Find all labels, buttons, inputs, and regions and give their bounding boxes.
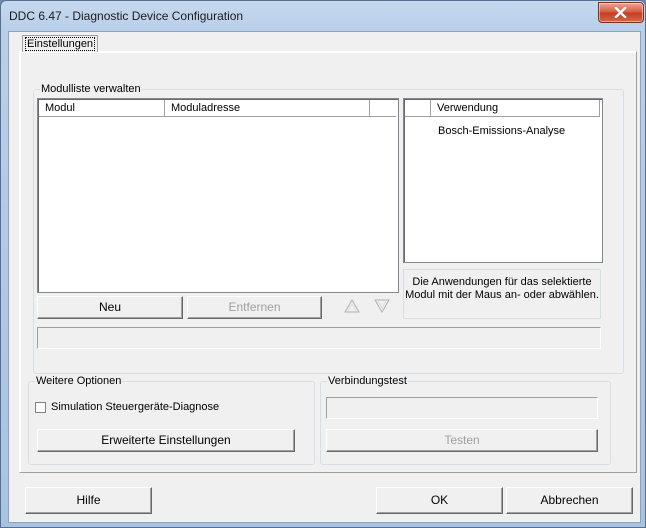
remove-button[interactable]: Entfernen <box>187 296 322 319</box>
verwendung-list[interactable]: Verwendung Bosch-Emissions-Analyse <box>403 98 603 263</box>
up-arrow-icon[interactable] <box>343 297 361 315</box>
module-list[interactable]: Modul Moduladresse <box>37 98 399 293</box>
simulation-checkbox[interactable] <box>35 402 46 413</box>
help-button[interactable]: Hilfe <box>25 487 152 514</box>
window-title: DDC 6.47 - Diagnostic Device Configurati… <box>9 9 244 23</box>
module-status-field <box>37 327 601 349</box>
column-header-moduladresse[interactable]: Moduladresse <box>165 100 370 117</box>
column-header-verwendung[interactable]: Verwendung <box>431 100 600 117</box>
window-frame: DDC 6.47 - Diagnostic Device Configurati… <box>0 0 646 528</box>
test-button[interactable]: Testen <box>326 429 598 452</box>
new-button[interactable]: Neu <box>37 296 183 319</box>
modulliste-group-label: Modulliste verwalten <box>40 82 142 96</box>
simulation-checkbox-label[interactable]: Simulation Steuergeräte-Diagnose <box>51 400 219 414</box>
tab-einstellungen[interactable]: Einstellungen <box>22 35 99 52</box>
verbindungstest-field <box>326 397 598 419</box>
verwendung-hint: Die Anwendungen für das selektierte Modu… <box>403 269 601 319</box>
cancel-button[interactable]: Abbrechen <box>506 487 633 514</box>
column-header-moduladresse-label: Moduladresse <box>171 102 241 114</box>
column-header-check <box>405 100 431 117</box>
ok-button[interactable]: OK <box>376 487 503 514</box>
verbindungstest-group: Verbindungstest Testen <box>320 374 611 465</box>
weitere-optionen-group-label: Weitere Optionen <box>35 374 123 388</box>
column-header-modul-label: Modul <box>45 102 75 114</box>
close-button[interactable] <box>598 2 644 23</box>
tab-panel: Modulliste verwalten Modul Moduladresse … <box>19 51 637 473</box>
title-bar[interactable]: DDC 6.47 - Diagnostic Device Configurati… <box>1 1 645 31</box>
column-header-modul[interactable]: Modul <box>39 100 165 117</box>
tab-label: Einstellungen <box>24 37 96 51</box>
column-header-empty <box>370 100 396 117</box>
down-arrow-icon[interactable] <box>373 297 391 315</box>
advanced-settings-button[interactable]: Erweiterte Einstellungen <box>37 429 295 452</box>
weitere-optionen-group: Weitere Optionen Simulation Steuergeräte… <box>28 374 315 465</box>
close-icon <box>614 7 627 18</box>
modulliste-group: Modulliste verwalten Modul Moduladresse … <box>33 82 624 374</box>
column-header-verwendung-label: Verwendung <box>437 102 499 114</box>
verbindungstest-group-label: Verbindungstest <box>327 374 408 388</box>
list-item[interactable]: Bosch-Emissions-Analyse <box>438 124 565 139</box>
dialog-client: Einstellungen Modulliste verwalten Modul… <box>8 31 641 523</box>
